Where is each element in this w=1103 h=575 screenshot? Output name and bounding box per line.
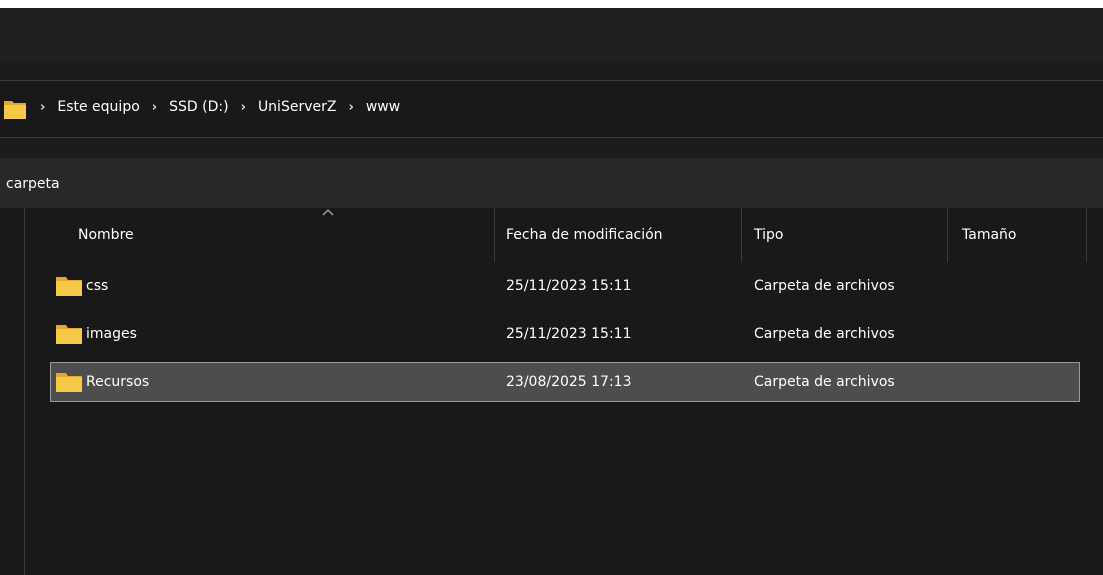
file-type: Carpeta de archivos (754, 326, 895, 342)
file-name: images (86, 326, 137, 342)
column-header-name[interactable]: Nombre (50, 208, 493, 262)
column-header-label: Tipo (754, 227, 784, 243)
column-header-size[interactable]: Tamaño (948, 208, 1086, 262)
sort-ascending-icon (322, 209, 334, 216)
file-row-images[interactable]: images 25/11/2023 15:11 Carpeta de archi… (50, 314, 1080, 354)
folder-icon (56, 373, 82, 392)
file-row-recursos[interactable]: Recursos 23/08/2025 17:13 Carpeta de arc… (50, 362, 1080, 402)
file-name: css (86, 278, 109, 294)
file-type: Carpeta de archivos (754, 374, 895, 390)
column-header-label: Tamaño (962, 227, 1017, 243)
top-strip (0, 0, 1103, 8)
file-explorer-window: › Este equipo › SSD (D:) › UniServerZ › … (0, 0, 1103, 575)
column-header-modified[interactable]: Fecha de modificación (495, 208, 741, 262)
nav-pane-divider[interactable] (24, 208, 25, 575)
spacer (0, 138, 1103, 158)
file-modified: 23/08/2025 17:13 (506, 374, 632, 390)
breadcrumb-item-ssd[interactable]: SSD (D:) (169, 99, 228, 115)
chevron-right-icon[interactable]: › (152, 100, 157, 115)
column-divider[interactable] (1086, 208, 1087, 262)
breadcrumb-item-uniserverz[interactable]: UniServerZ (258, 99, 337, 115)
file-modified: 25/11/2023 15:11 (506, 278, 632, 294)
breadcrumb: › Este equipo › SSD (D:) › UniServerZ › … (40, 99, 412, 115)
chevron-right-icon[interactable]: › (241, 100, 246, 115)
file-name: Recursos (86, 374, 150, 390)
folder-icon (4, 101, 26, 119)
address-bar[interactable]: › Este equipo › SSD (D:) › UniServerZ › … (0, 80, 1103, 138)
chevron-right-icon[interactable]: › (348, 100, 353, 115)
toolbar-label[interactable]: carpeta (6, 176, 60, 192)
column-header-label: Fecha de modificación (506, 227, 663, 243)
chevron-right-icon[interactable]: › (40, 100, 45, 115)
column-header-label: Nombre (78, 227, 134, 243)
column-header-type[interactable]: Tipo (742, 208, 947, 262)
file-modified: 25/11/2023 15:11 (506, 326, 632, 342)
folder-icon (56, 325, 82, 344)
file-row-css[interactable]: css 25/11/2023 15:11 Carpeta de archivos (50, 266, 1080, 306)
toolbar: carpeta (0, 158, 1103, 208)
ribbon-area (0, 62, 1103, 79)
file-type: Carpeta de archivos (754, 278, 895, 294)
breadcrumb-item-este-equipo[interactable]: Este equipo (57, 99, 139, 115)
file-list: Nombre Fecha de modificación Tipo Tamaño… (0, 208, 1103, 575)
breadcrumb-item-www[interactable]: www (366, 99, 400, 115)
title-bar (0, 8, 1103, 62)
folder-icon (56, 277, 82, 296)
